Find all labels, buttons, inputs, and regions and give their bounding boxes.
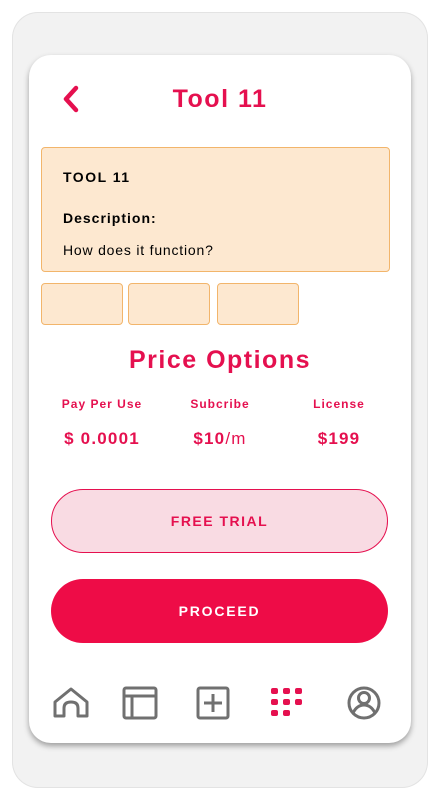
price-option-value: $ 0.0001 (41, 429, 163, 449)
browser-window-icon (122, 686, 158, 720)
price-option-label: Pay Per Use (61, 397, 143, 411)
apps-grid-icon (271, 688, 302, 716)
price-amount: $ 0.0001 (64, 429, 140, 448)
thumbnail-3[interactable] (217, 283, 299, 325)
add-square-icon (196, 686, 230, 720)
price-option-pay-per-use[interactable]: Pay Per Use $ 0.0001 (41, 397, 163, 449)
price-option-value: $199 (279, 429, 399, 449)
price-amount: $10 (193, 429, 226, 448)
home-icon (53, 687, 89, 718)
proceed-button[interactable]: PROCEED (51, 579, 388, 643)
thumbnail-2[interactable] (128, 283, 210, 325)
description-label: Description: (63, 210, 157, 226)
tool-name: TOOL 11 (63, 169, 131, 185)
thumbnail-1[interactable] (41, 283, 123, 325)
price-amount: $199 (317, 429, 361, 448)
nav-profile[interactable] (344, 684, 384, 724)
price-option-value: $10/m (159, 429, 281, 449)
price-option-label: License (313, 397, 365, 411)
user-profile-icon (347, 686, 381, 720)
price-unit: /m (225, 429, 247, 448)
price-option-label: Subcribe (190, 397, 250, 411)
bottom-nav (29, 684, 411, 724)
price-option-subscribe[interactable]: Subcribe $10/m (159, 397, 281, 449)
nav-add[interactable] (193, 684, 233, 724)
app-screen: Tool 11 TOOL 11 Description: How does it… (29, 55, 411, 743)
price-option-license[interactable]: License $199 (279, 397, 399, 449)
nav-home[interactable] (51, 684, 91, 724)
tool-info-card: TOOL 11 Description: How does it functio… (41, 147, 390, 272)
page-title: Tool 11 (172, 85, 268, 113)
description-text: How does it function? (63, 242, 214, 258)
nav-browser[interactable] (120, 684, 160, 724)
free-trial-button[interactable]: FREE TRIAL (51, 489, 388, 553)
nav-apps[interactable] (267, 684, 307, 724)
price-options-title: Price Options (128, 346, 312, 374)
